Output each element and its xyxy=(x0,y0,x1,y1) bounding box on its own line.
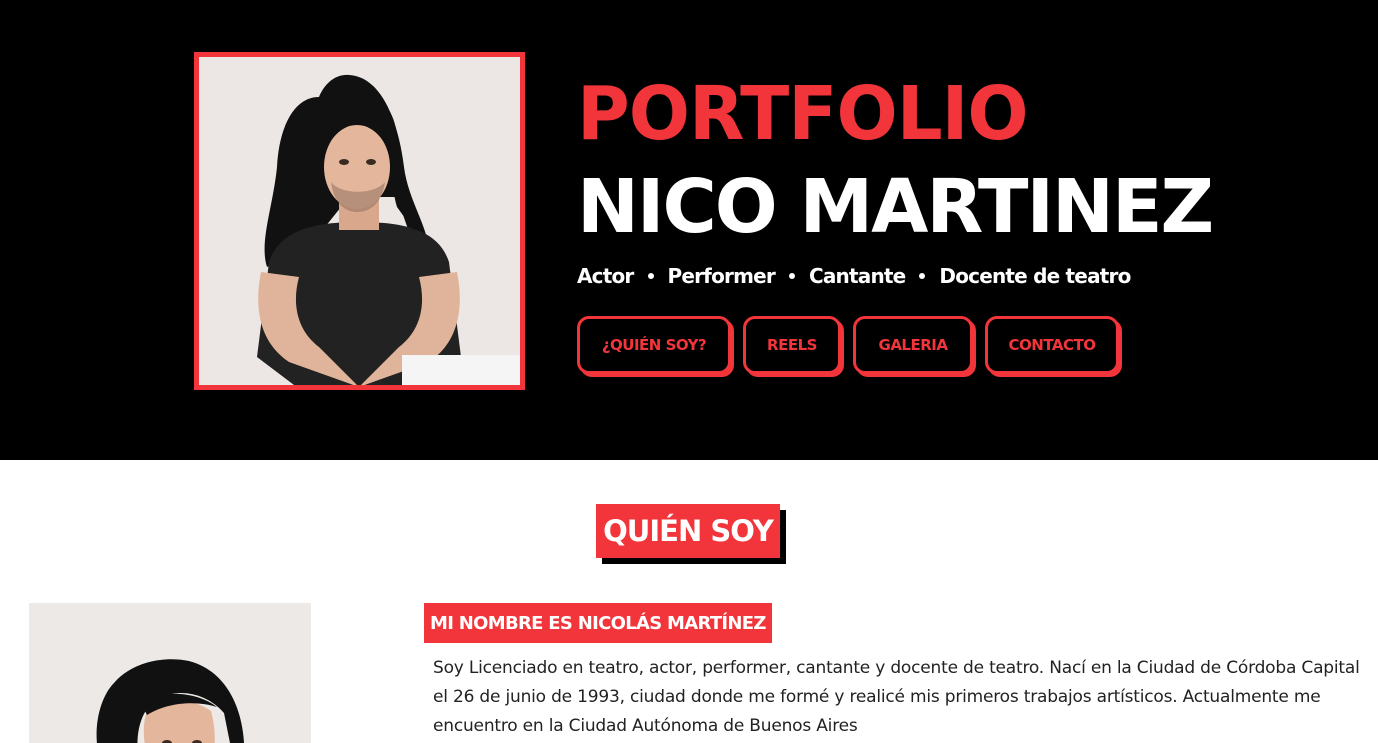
nav-button-quien-soy[interactable]: ¿QUIÉN SOY? xyxy=(577,316,731,374)
main-nav: ¿QUIÉN SOY? REELS GALERIA CONTACTO xyxy=(577,316,1119,374)
about-subheading: MI NOMBRE ES NICOLÁS MARTÍNEZ xyxy=(424,603,772,643)
role-docente: Docente de teatro xyxy=(939,264,1131,288)
bullet-separator-icon xyxy=(647,273,654,279)
portrait-image xyxy=(199,57,520,385)
role-cantante: Cantante xyxy=(808,264,906,288)
bullet-separator-icon xyxy=(788,273,795,279)
artist-name: NICO MARTINEZ xyxy=(577,164,1214,250)
nav-button-contacto[interactable]: CONTACTO xyxy=(985,316,1119,374)
about-photo xyxy=(29,603,311,743)
bullet-separator-icon xyxy=(919,273,926,279)
hero-section: PORTFOLIO NICO MARTINEZ Actor Performer … xyxy=(0,0,1378,460)
portfolio-title: PORTFOLIO xyxy=(577,69,1029,157)
nav-button-galeria[interactable]: GALERIA xyxy=(853,316,973,374)
section-title-quien-soy: QUIÉN SOY xyxy=(596,504,780,558)
nav-button-reels[interactable]: REELS xyxy=(743,316,841,374)
role-performer: Performer xyxy=(667,264,776,288)
role-actor: Actor xyxy=(577,264,634,288)
profile-photo xyxy=(194,52,525,390)
roles-list: Actor Performer Cantante Docente de teat… xyxy=(577,264,1131,288)
about-bio-text: Soy Licenciado en teatro, actor, perform… xyxy=(433,658,1360,736)
about-portrait-image xyxy=(29,603,311,743)
